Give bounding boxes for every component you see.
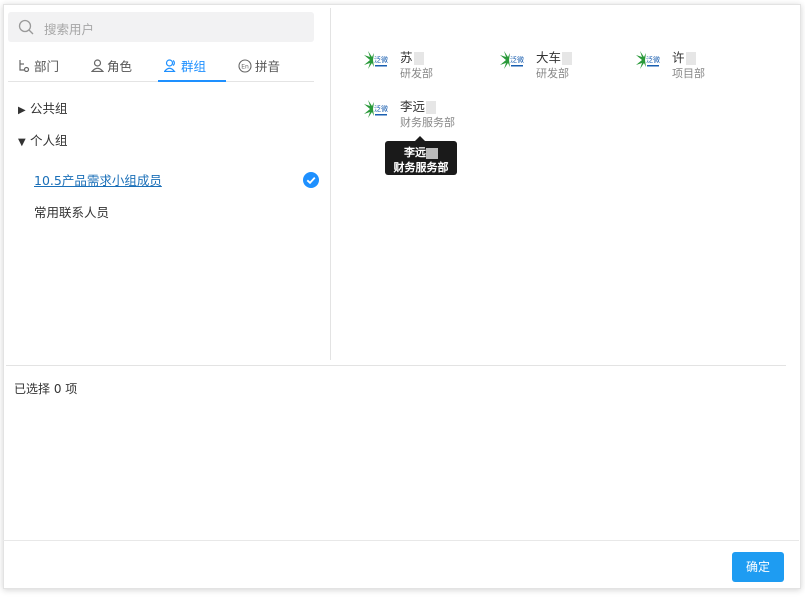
search-placeholder: 搜索用户 <box>44 22 95 37</box>
tree-node-public-label: 公共组 <box>30 101 68 116</box>
user-dept: 财务服务部 <box>400 116 455 129</box>
tooltip-dept: 财务服务部 <box>393 161 449 174</box>
redaction-block <box>562 52 573 65</box>
svg-text:泛微: 泛微 <box>510 55 524 64</box>
redaction-block <box>426 101 437 114</box>
user-dept: 研发部 <box>400 67 433 80</box>
redaction-block <box>685 52 696 65</box>
caret-right-icon: ▶ <box>18 105 26 116</box>
svg-text:泛微: 泛微 <box>374 55 388 64</box>
search-input[interactable]: 搜索用户 <box>8 12 314 42</box>
tab-department-label: 部门 <box>34 59 60 74</box>
tree-node-public[interactable]: ▶ 公共组 <box>18 98 68 117</box>
tab-department[interactable]: 部门 <box>18 56 59 80</box>
user-card[interactable]: 泛微 许 项目部 <box>634 47 754 83</box>
user-name: 大车 <box>536 50 562 65</box>
tab-pinyin-label: 拼音 <box>255 59 281 74</box>
user-tooltip: 李远 财务服务部 <box>385 136 457 175</box>
footer-divider <box>3 540 799 541</box>
group-item-product-req[interactable]: 10.5产品需求小组成员 <box>34 170 162 189</box>
company-logo-icon: 泛微 <box>636 51 660 69</box>
tab-group-label: 群组 <box>181 59 207 74</box>
section-divider <box>6 365 786 366</box>
org-chart-icon <box>19 60 30 72</box>
user-card[interactable]: 泛微 大车 研发部 <box>498 47 618 83</box>
tab-pinyin[interactable]: En 拼音 <box>238 56 280 80</box>
user-card[interactable]: 泛微 李远 财务服务部 <box>362 96 482 132</box>
check-circle-icon <box>303 172 319 188</box>
user-dept: 项目部 <box>672 67 705 80</box>
company-logo-icon: 泛微 <box>364 100 388 118</box>
tab-role[interactable]: 角色 <box>91 56 132 80</box>
group-item-frequent-contacts[interactable]: 常用联系人员 <box>34 202 109 221</box>
user-picker-dialog <box>3 4 801 589</box>
caret-down-icon: ▼ <box>18 137 26 148</box>
redaction-block <box>413 52 424 65</box>
svg-text:En: En <box>241 63 249 70</box>
tooltip-name: 李远 <box>404 146 426 159</box>
user-name: 许 <box>672 50 685 65</box>
selected-count: 已选择 0 项 <box>14 382 78 396</box>
tree-node-personal-label: 个人组 <box>30 133 68 148</box>
svg-text:泛微: 泛微 <box>646 55 660 64</box>
user-card[interactable]: 泛微 苏 研发部 <box>362 47 482 83</box>
user-name: 李远 <box>400 99 426 114</box>
company-logo-icon: 泛微 <box>500 51 524 69</box>
company-logo-icon: 泛微 <box>364 51 388 69</box>
en-icon: En <box>238 58 252 73</box>
svg-text:泛微: 泛微 <box>374 104 388 113</box>
confirm-button[interactable]: 确定 <box>732 552 784 582</box>
panel-divider <box>330 8 331 360</box>
tab-group[interactable]: 群组 <box>158 56 226 82</box>
tree-node-personal[interactable]: ▼ 个人组 <box>18 130 68 149</box>
user-name: 苏 <box>400 50 413 65</box>
group-icon <box>164 59 176 72</box>
user-dept: 研发部 <box>536 67 569 80</box>
tab-bar: 部门 角色 群组 En 拼音 <box>8 52 314 82</box>
person-icon <box>91 59 104 72</box>
search-icon <box>18 19 34 35</box>
tab-role-label: 角色 <box>107 59 133 74</box>
redaction-block <box>426 147 438 159</box>
